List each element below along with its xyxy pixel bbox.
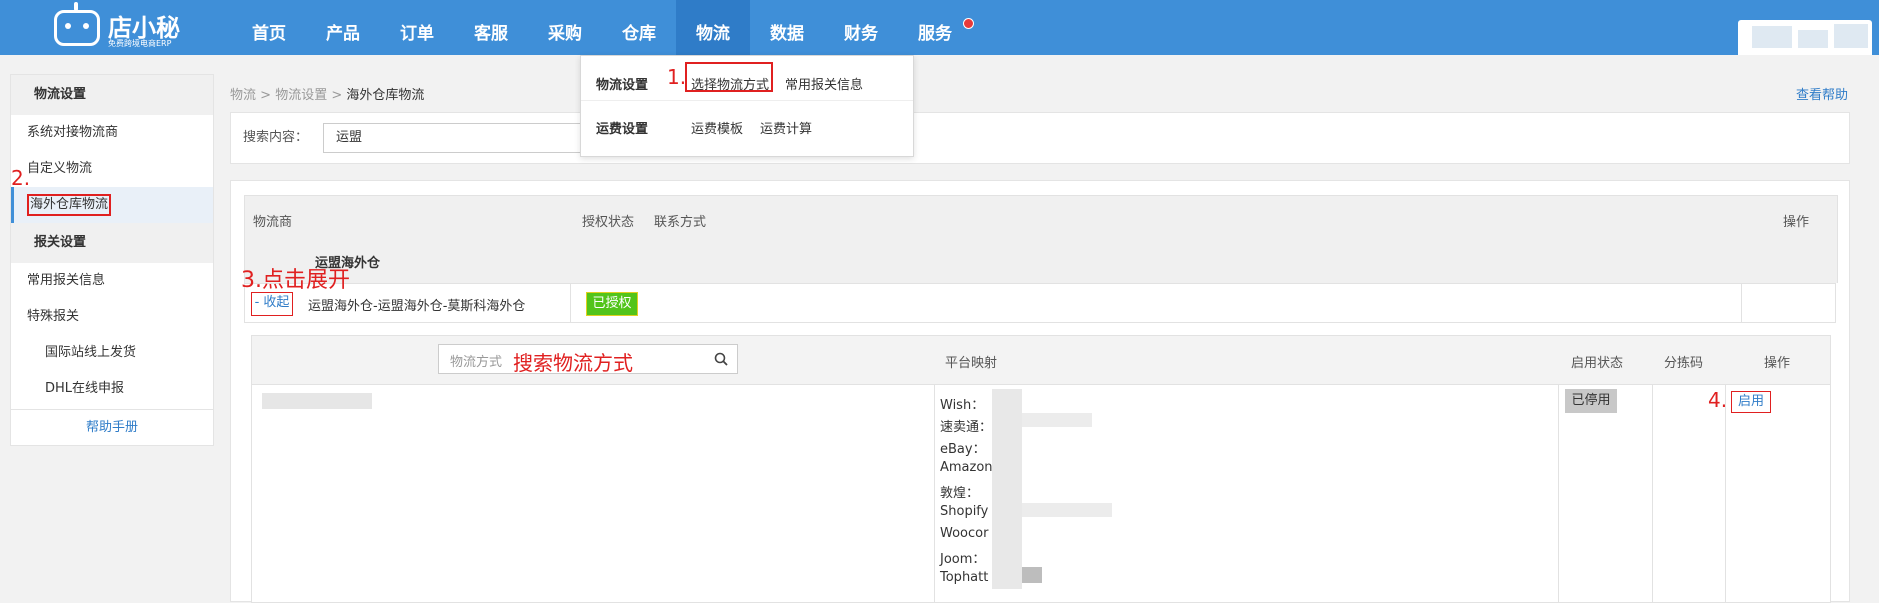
carrier-name: 运盟海外仓-运盟海外仓-莫斯科海外仓 <box>308 299 526 314</box>
collapse-button[interactable]: - 收起 <box>251 292 293 316</box>
platform-wish: Wish： <box>940 398 985 413</box>
method-subtable: 物流方式 搜索物流方式 平台映射 启用状态 分拣码 操作 Wish： 速卖通： … <box>251 335 1831 603</box>
search-icon[interactable] <box>714 352 728 366</box>
menu-item-freight-calc[interactable]: 运费计算 <box>760 118 812 137</box>
method-row: Wish： 速卖通： eBay： Amazon 敦煌： Shopify Wooc… <box>252 385 1830 602</box>
platform-tophatter: Tophatt <box>940 570 989 585</box>
nav-services[interactable]: 服务 <box>898 0 974 55</box>
method-search-input[interactable]: 物流方式 搜索物流方式 <box>438 344 738 375</box>
user-account-box[interactable] <box>1738 20 1872 55</box>
platform-shopify: Shopify <box>940 504 989 519</box>
search-input[interactable]: 运盟 <box>323 123 583 153</box>
breadcrumb-logistics-settings[interactable]: 物流设置 <box>275 88 327 103</box>
sidebar-item-custom-logistics[interactable]: 自定义物流 <box>11 151 213 187</box>
enable-button[interactable]: 启用 <box>1731 391 1771 413</box>
header-auth-status: 授权状态 <box>582 215 635 230</box>
nav-services-label: 服务 <box>918 24 952 44</box>
platform-amazon: Amazon <box>940 460 993 475</box>
search-hint-annotation: 搜索物流方式 <box>513 351 633 375</box>
carrier-group-row: 运盟海外仓 <box>244 239 1838 283</box>
sidebar-item-customs-info[interactable]: 常用报关信息 <box>11 263 213 299</box>
nav-logistics[interactable]: 物流 <box>676 0 750 55</box>
breadcrumb-logistics[interactable]: 物流 <box>230 88 256 103</box>
header-platform-mapping: 平台映射 <box>945 356 998 371</box>
top-navbar: 店小秘 免费跨境电商ERP 首页 产品 订单 客服 采购 仓库 物流 数据 财务… <box>0 0 1879 55</box>
step4-annotation: 4. <box>1708 388 1728 412</box>
view-help-link[interactable]: 查看帮助 <box>1796 84 1848 103</box>
platform-dhgate: 敦煌： <box>940 486 980 501</box>
nav-orders[interactable]: 订单 <box>380 0 454 55</box>
breadcrumb: 物流 > 物流设置 > 海外仓库物流 <box>230 88 425 103</box>
header-contact: 联系方式 <box>654 215 707 230</box>
nav-home[interactable]: 首页 <box>232 0 306 55</box>
sidebar-help-link[interactable]: 帮助手册 <box>11 409 213 446</box>
menu-item-select-method[interactable]: 选择物流方式 <box>691 74 769 93</box>
sidebar-item-dhl-declare[interactable]: DHL在线申报 <box>11 371 213 407</box>
main-nav: 首页 产品 订单 客服 采购 仓库 物流 数据 财务 服务 <box>232 0 974 55</box>
menu-item-freight-template[interactable]: 运费模板 <box>691 118 743 137</box>
header-actions: 操作 <box>1783 215 1810 230</box>
auth-status-badge: 已授权 <box>586 292 638 316</box>
sidebar-item-intl-shipping[interactable]: 国际站线上发货 <box>11 335 213 371</box>
menu-item-customs-info[interactable]: 常用报关信息 <box>785 74 863 93</box>
nav-finance[interactable]: 财务 <box>824 0 898 55</box>
platform-aliexpress: 速卖通： <box>940 420 993 435</box>
search-label: 搜索内容： <box>243 130 309 145</box>
sidebar-item-special-customs[interactable]: 特殊报关 <box>11 299 213 335</box>
sidebar-group-customs: 报关设置 <box>11 223 213 263</box>
platform-joom: Joom： <box>940 552 986 567</box>
disabled-status-badge: 已停用 <box>1565 389 1617 413</box>
dropdown-group-freight-settings: 运费设置 <box>596 122 649 137</box>
nav-purchasing[interactable]: 采购 <box>528 0 602 55</box>
sidebar-item-system-carriers[interactable]: 系统对接物流商 <box>11 115 213 151</box>
method-subtable-header: 物流方式 搜索物流方式 平台映射 启用状态 分拣码 操作 <box>252 336 1830 385</box>
platform-woocommerce: Woocor <box>940 526 989 541</box>
header-enable-status: 启用状态 <box>1571 356 1624 371</box>
step3-annotation: 3.点击展开 <box>241 268 350 293</box>
method-search-placeholder: 物流方式 <box>450 355 503 370</box>
header-method-actions: 操作 <box>1764 356 1791 371</box>
table-row: - 收起 运盟海外仓-运盟海外仓-莫斯科海外仓 已授权 <box>244 283 1836 323</box>
platform-ebay: eBay： <box>940 442 986 457</box>
logistics-dropdown-menu: 物流设置 1. 选择物流方式 常用报关信息 运费设置 运费模板 运费计算 <box>580 55 914 157</box>
sidebar-group-logistics: 物流设置 <box>11 75 213 115</box>
nav-warehouse[interactable]: 仓库 <box>602 0 676 55</box>
carrier-table: 物流商 授权状态 联系方式 操作 运盟海外仓 - 收起 运盟海外仓-运盟海外仓-… <box>230 180 1850 603</box>
header-carrier: 物流商 <box>253 215 293 230</box>
notification-dot-icon <box>963 18 974 29</box>
nav-products[interactable]: 产品 <box>306 0 380 55</box>
step2-annotation: 2. <box>11 166 31 190</box>
header-sort-code: 分拣码 <box>1664 356 1704 371</box>
nav-customer-service[interactable]: 客服 <box>454 0 528 55</box>
app-logo[interactable]: 店小秘 免费跨境电商ERP <box>54 2 204 52</box>
search-panel: 搜索内容： 运盟 <box>230 112 1850 164</box>
sidebar-item-overseas-warehouse[interactable]: 海外仓库物流 <box>11 187 213 223</box>
nav-data[interactable]: 数据 <box>750 0 824 55</box>
breadcrumb-current: 海外仓库物流 <box>346 88 425 103</box>
step1-annotation: 1. <box>667 65 687 89</box>
table-header: 物流商 授权状态 联系方式 操作 <box>244 195 1838 241</box>
robot-icon <box>54 10 100 46</box>
dropdown-group-logistics-settings: 物流设置 <box>596 78 649 93</box>
app-slogan: 免费跨境电商ERP <box>108 39 172 48</box>
sidebar-item-overseas-warehouse-label: 海外仓库物流 <box>27 194 112 216</box>
sidebar: 物流设置 系统对接物流商 自定义物流 海外仓库物流 报关设置 常用报关信息 特殊… <box>10 74 214 446</box>
